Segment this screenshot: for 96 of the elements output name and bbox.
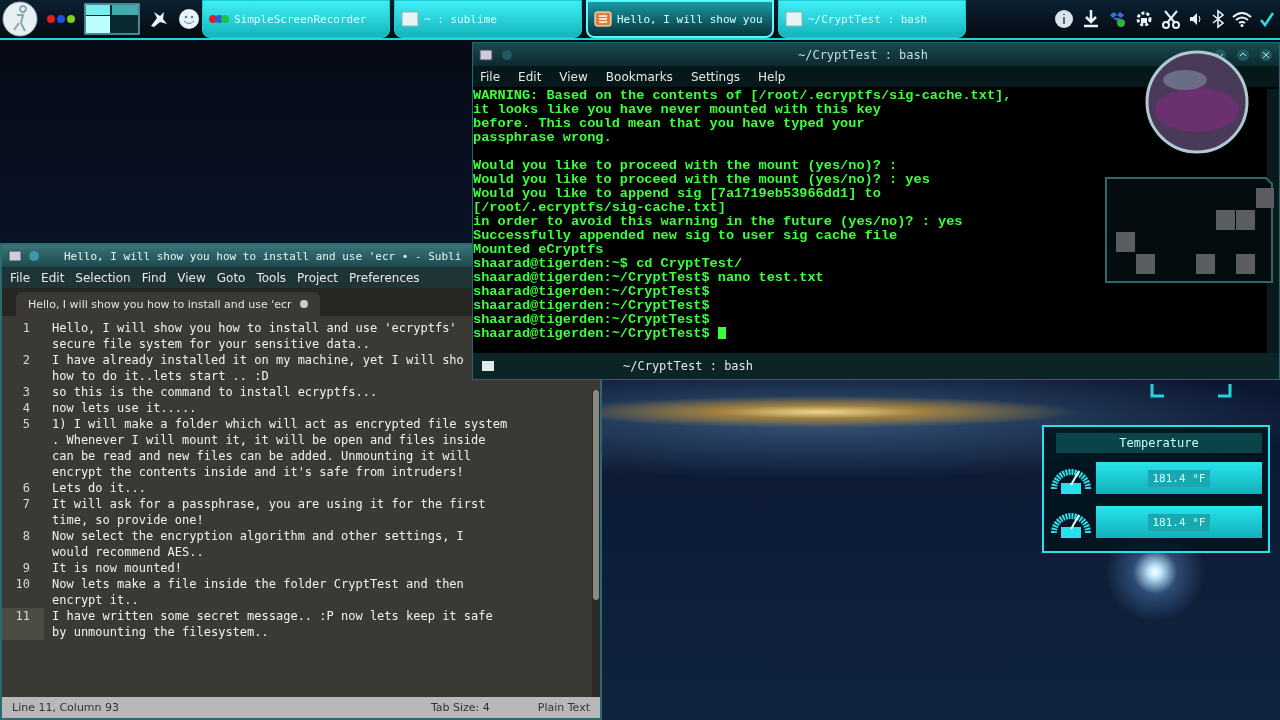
line-number: 2 bbox=[21, 352, 31, 369]
line-number: 7 bbox=[21, 496, 31, 513]
menu-item[interactable]: Edit bbox=[41, 270, 65, 285]
editor-app-icon bbox=[594, 11, 612, 27]
code-line: . Whenever I will mount it, it will be open and files inside bbox=[52, 432, 486, 448]
recorder-icon bbox=[209, 12, 229, 26]
line-number: 6 bbox=[21, 480, 31, 496]
terminal-line: in order to avoid this warning in the future (yes/no)? : yes bbox=[473, 214, 963, 229]
menu-item[interactable]: File bbox=[480, 69, 501, 84]
menu-item[interactable]: Bookmarks bbox=[605, 69, 673, 84]
temperature-reading: 181.4 °F bbox=[1147, 513, 1211, 531]
code-line: encrypt the contents inside and it's safe from intruders! bbox=[52, 464, 464, 480]
terminal-line: Would you like to proceed with the mount (yes/no)? : bbox=[473, 158, 898, 173]
terminal-line: passphrase wrong. bbox=[473, 130, 612, 145]
menu-item[interactable]: View bbox=[559, 69, 588, 84]
check-icon[interactable] bbox=[1260, 11, 1274, 27]
temperature-reading: 181.4 °F bbox=[1147, 469, 1211, 487]
menu-item[interactable]: Help bbox=[758, 69, 786, 84]
terminal-line: shaarad@tigerden:~/CryptTest$ nano test.txt bbox=[473, 270, 824, 285]
gear-lock-icon[interactable] bbox=[1134, 9, 1154, 29]
widget-title: Temperature bbox=[1056, 433, 1262, 453]
window-dots-icon[interactable] bbox=[46, 14, 76, 24]
line-number: 4 bbox=[21, 400, 31, 416]
code-line: I have written some secret message.. :P now lets keep it safe bbox=[52, 608, 493, 624]
menu-item[interactable]: Preferences bbox=[349, 270, 420, 285]
box-icon[interactable] bbox=[1108, 10, 1126, 28]
info-icon[interactable] bbox=[1054, 9, 1074, 29]
terminal-line: shaarad@tigerden:~/CryptTest$ bbox=[473, 284, 710, 299]
wifi-icon[interactable] bbox=[1232, 11, 1252, 27]
code-line: how to do it..lets start .. :D bbox=[52, 368, 269, 384]
menu-item[interactable]: Goto bbox=[216, 270, 246, 285]
terminal-line: shaarad@tigerden:~/CryptTest$ bbox=[473, 312, 710, 327]
menu-item[interactable]: Project bbox=[297, 270, 339, 285]
menu-item[interactable]: Tools bbox=[256, 270, 286, 285]
code-line: time, so provide one! bbox=[52, 512, 204, 528]
code-line: secure file system for your sensitive data.. bbox=[52, 336, 370, 352]
terminal-line: Mounted eCryptfs bbox=[473, 242, 604, 257]
line-number: 11 bbox=[2, 608, 44, 640]
code-line: Lets do it... bbox=[52, 480, 146, 496]
line-number: 3 bbox=[21, 384, 31, 400]
code-line: can be read and new files can be added. Unmounting it will bbox=[52, 448, 472, 464]
line-number: 8 bbox=[21, 528, 31, 545]
terminal-line: [/root/.ecryptfs/sig-cache.txt] bbox=[473, 200, 726, 215]
desktop-pager[interactable] bbox=[84, 3, 140, 35]
terminal-line: shaarad@tigerden:~/CryptTest$ bbox=[473, 326, 710, 341]
tab-size[interactable]: Tab Size: 4 bbox=[430, 701, 490, 714]
code-line: encrypt it.. bbox=[52, 592, 139, 608]
terminal-line: Successfully appended new sig to user sig cache file bbox=[473, 228, 898, 243]
line-number: 9 bbox=[21, 560, 31, 576]
cursor-position: Line 11, Column 93 bbox=[12, 701, 120, 714]
terminal-line: shaarad@tigerden:~$ cd CryptTest/ bbox=[473, 256, 743, 271]
taskbar-button[interactable]: Hello, I will show you bbox=[586, 0, 774, 38]
window-title: Hello, I will show you how to install and use 'ecr • - Subli bbox=[64, 249, 462, 263]
menu-item[interactable]: Edit bbox=[518, 69, 542, 84]
menu-item[interactable]: File bbox=[10, 270, 31, 285]
menu-item[interactable]: Settings bbox=[690, 69, 741, 84]
file-tab[interactable]: Hello, I will show you how to install and use 'ecr bbox=[16, 292, 320, 316]
session-tab[interactable]: ~/CryptTest : bash bbox=[473, 353, 1279, 379]
code-line: by unmounting the filesystem.. bbox=[52, 624, 269, 640]
code-line: would recommend AES.. bbox=[52, 544, 204, 560]
terminal-line: Would you like to append sig [7a1719eb53966dd1] to bbox=[473, 186, 881, 201]
terminal-line: before. This could mean that you have typed your bbox=[473, 116, 865, 131]
menu-item[interactable]: Selection bbox=[75, 270, 131, 285]
terminal-line: WARNING: Based on the contents of [/root/.ecryptfs/sig-cache.txt], bbox=[473, 88, 1012, 103]
scissors-icon[interactable] bbox=[1162, 9, 1180, 29]
code-line: It will ask for a passphrase, you are using it for the first bbox=[52, 496, 486, 512]
window-menu-icon[interactable] bbox=[8, 250, 22, 262]
code-line: so this is the command to install ecryptfs... bbox=[52, 384, 378, 400]
code-line: Now lets make a file inside the folder CryptTest and then bbox=[52, 576, 464, 592]
window-menu-icon[interactable] bbox=[479, 48, 493, 61]
line-number: 5 bbox=[21, 416, 31, 433]
terminal-line: it looks like you have never mounted with this key bbox=[473, 102, 881, 117]
code-line: Now select the encryption algorithm and other settings, I bbox=[52, 528, 464, 544]
scrollbar[interactable] bbox=[592, 390, 600, 697]
window-title: ~/CryptTest : bash bbox=[796, 47, 929, 62]
window-icon bbox=[401, 11, 419, 27]
bluetooth-icon[interactable] bbox=[1212, 9, 1224, 29]
line-number: 1 bbox=[21, 320, 31, 337]
code-line: Hello, I will show you how to install and use 'ecryptfs' bbox=[52, 320, 457, 336]
menu-item[interactable]: View bbox=[177, 270, 206, 285]
line-number: 10 bbox=[14, 576, 31, 593]
code-line: I have already installed it on my machine, yet I will sho bbox=[52, 352, 464, 368]
menu-item[interactable]: Find bbox=[141, 270, 167, 285]
code-line: 1) I will make a folder which will act as encrypted file system bbox=[52, 416, 508, 432]
volume-icon[interactable] bbox=[1188, 11, 1204, 27]
terminal-line: shaarad@tigerden:~/CryptTest$ bbox=[473, 298, 710, 313]
download-icon[interactable] bbox=[1082, 9, 1100, 29]
code-line: It is now mounted! bbox=[52, 560, 183, 576]
terminal-line: Would you like to proceed with the mount (yes/no)? : yes bbox=[473, 172, 930, 187]
launcher-icon[interactable] bbox=[2, 1, 38, 37]
window-icon bbox=[785, 11, 803, 27]
window-icon bbox=[481, 360, 495, 372]
code-line: now lets use it..... bbox=[52, 400, 197, 416]
sticky-pin-icon[interactable] bbox=[28, 250, 40, 262]
syntax-mode[interactable]: Plain Text bbox=[537, 701, 590, 714]
smiley-icon[interactable] bbox=[178, 8, 200, 30]
